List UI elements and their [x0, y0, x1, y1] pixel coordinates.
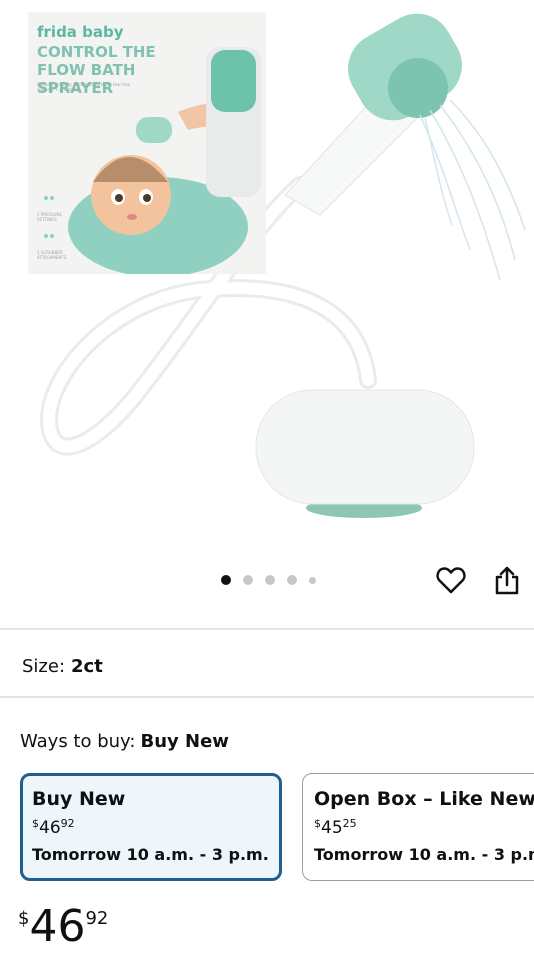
- carousel-indicator[interactable]: [221, 574, 316, 586]
- size-value: 2ct: [71, 656, 103, 677]
- option-delivery: Tomorrow 10 a.m. - 3 p.m.: [314, 845, 534, 864]
- heart-icon: [436, 567, 466, 594]
- ways-to-buy-label: Ways to buy:: [20, 731, 136, 752]
- option-price-dollars: 45: [321, 818, 343, 838]
- option-price-currency: $: [314, 817, 321, 830]
- option-title: Buy New: [32, 788, 126, 810]
- price-dollars: 46: [29, 901, 86, 952]
- box-feature-1: 2 PRESSURE SETTINGS: [37, 212, 62, 222]
- box-fine-print: Delivers a steady stream of water for te…: [37, 82, 131, 92]
- size-label: Size:: [22, 656, 66, 677]
- buy-option-card-buy-new[interactable]: Buy New $4692 Tomorrow 10 a.m. - 3 p.m.: [20, 773, 282, 881]
- ways-to-buy-heading: Ways to buy: Buy New: [20, 731, 229, 752]
- carousel-dot-3[interactable]: [265, 575, 275, 585]
- option-price-cents: 92: [60, 817, 75, 830]
- option-price: $4525: [314, 817, 534, 838]
- product-box: frida baby CONTROL THE FLOW BATH SPRAYER…: [28, 12, 266, 274]
- ways-to-buy-value: Buy New: [140, 731, 229, 752]
- product-price: $ 46 92: [18, 902, 108, 952]
- favorite-button[interactable]: [434, 563, 468, 597]
- box-feature-2: 2 SCRUBBER ATTACHMENTS: [37, 250, 67, 260]
- option-price-cents: 25: [342, 817, 357, 830]
- carousel-dot-2[interactable]: [243, 575, 253, 585]
- option-price-dollars: 46: [39, 818, 61, 838]
- option-delivery: Tomorrow 10 a.m. - 3 p.m.: [32, 845, 269, 864]
- carousel-dot-4[interactable]: [287, 575, 297, 585]
- divider: [0, 628, 534, 630]
- size-selector[interactable]: Size: 2ct: [22, 656, 103, 677]
- product-image[interactable]: frida baby CONTROL THE FLOW BATH SPRAYER…: [0, 0, 534, 560]
- option-title: Open Box – Like New: [314, 788, 534, 810]
- option-price: $4692: [32, 817, 269, 838]
- share-button[interactable]: [490, 563, 524, 597]
- share-icon: [495, 566, 519, 595]
- option-price-currency: $: [32, 817, 39, 830]
- price-currency: $: [18, 908, 30, 929]
- carousel-dot-5[interactable]: [309, 576, 316, 584]
- buy-option-card-open-box[interactable]: Open Box – Like New $4525 Tomorrow 10 a.…: [302, 773, 534, 881]
- price-cents: 92: [85, 908, 109, 929]
- brand-logo: frida baby: [37, 23, 124, 41]
- divider: [0, 696, 534, 698]
- carousel-dot-1[interactable]: [221, 575, 231, 585]
